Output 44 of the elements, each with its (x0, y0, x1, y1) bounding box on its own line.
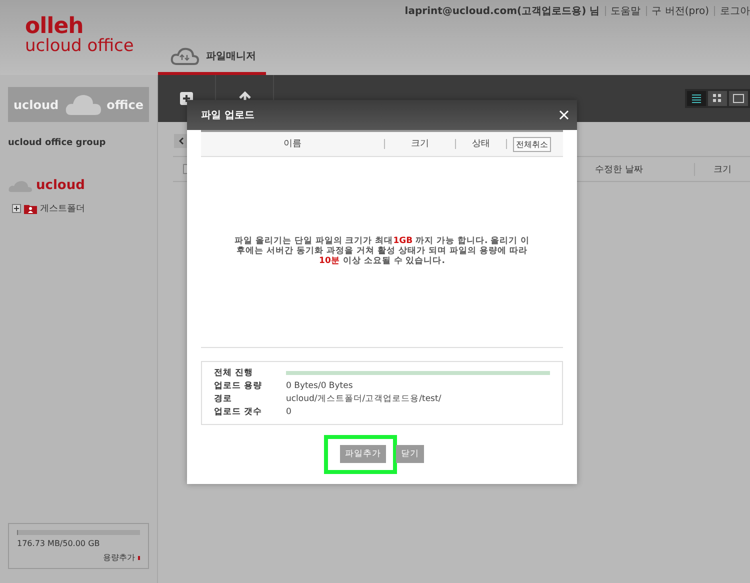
cloud-icon (64, 93, 101, 116)
column-header: 이름 (201, 139, 385, 149)
storage-reading: 176.73 MB/50.00 GB (17, 539, 101, 548)
add-storage-link[interactable]: 용량추가 (103, 552, 140, 563)
back-button[interactable] (174, 134, 188, 148)
grid-view-icon (712, 93, 723, 104)
info-label: 전체 진행 (214, 367, 254, 379)
info-label: 업로드 용량 (214, 380, 263, 392)
column-header: 수정한 날짜 (594, 164, 644, 176)
group-name: ucloud office group (8, 138, 107, 148)
upload-notice: 파일 올리기는 단일 파일의 크기가 최대1GB 까지 가능 합니다. 올리기 이후에는 서버간 동기화 과정을 거쳐 활성 상태가 되며 파일의 용량에 따라10분 이상 소요될 수 있습니다. (233, 237, 531, 267)
expand-icon[interactable] (12, 204, 21, 213)
section-title: ucloud (36, 178, 85, 193)
column-header: 크기 (385, 139, 456, 149)
dialog-title: 파일 업로드 (201, 109, 254, 122)
column-header: 상태 (456, 139, 507, 149)
list-view-icon (691, 93, 702, 104)
header-link[interactable]: 구 버전(pro) (652, 4, 709, 18)
folder-icon (24, 203, 37, 214)
chevron-left-icon (178, 137, 184, 145)
close-icon (559, 110, 569, 120)
info-value: 0 (286, 407, 292, 417)
user-name: laprint@ucloud.com(고객업로드용) 님 (404, 5, 600, 18)
cancel-all-button[interactable]: 전체취소 (513, 136, 551, 152)
logo-text: ucloud (13, 98, 59, 112)
cloud-icon (170, 46, 200, 66)
close-button[interactable] (559, 110, 569, 120)
grid-view-button[interactable] (708, 91, 727, 106)
info-label: 경로 (214, 393, 233, 405)
logo-text: office (106, 98, 144, 112)
preview-view-button[interactable] (729, 91, 748, 106)
info-value: 0 Bytes/0 Bytes (286, 381, 354, 391)
header-link[interactable]: 도움말 (610, 4, 641, 18)
column-header: 크기 (694, 162, 750, 176)
info-label: 업로드 갯수 (214, 406, 263, 418)
dialog-button[interactable]: 닫기 (396, 445, 424, 463)
logo-subtitle: ucloud office (25, 38, 134, 55)
folder-name[interactable]: 게스트폴더 (40, 202, 85, 215)
window-icon (733, 93, 744, 104)
logo-text: olleh (25, 16, 84, 38)
info-value: ucloud/게스트폴더/고객업로드용/test/ (286, 393, 442, 405)
header-link[interactable]: 로그아 (720, 4, 750, 18)
dialog-button[interactable]: 파일추가 (340, 445, 386, 463)
list-view-button[interactable] (687, 91, 706, 106)
